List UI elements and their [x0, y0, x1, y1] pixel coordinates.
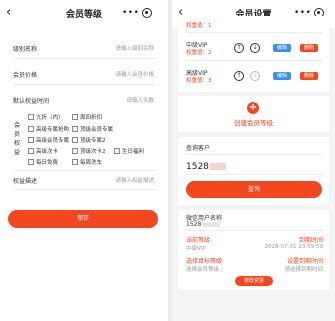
- benefit-checkbox[interactable]: 高级会员专属: [28, 136, 69, 144]
- divider: [13, 58, 156, 59]
- move-down-icon[interactable]: ↓: [250, 43, 260, 53]
- set-expire-label: 设置到期时间: [286, 258, 323, 265]
- divider: [186, 32, 323, 33]
- checkbox-icon: [28, 126, 34, 132]
- desc-label: 权益描述: [13, 178, 38, 185]
- delete-button[interactable]: 删除: [300, 44, 318, 52]
- checkbox-icon: [72, 137, 78, 143]
- divider: [13, 84, 156, 85]
- divider: [186, 154, 323, 155]
- query-card: 查询客户 1528 查询: [178, 137, 329, 205]
- benefit-checkbox[interactable]: 每周洗车: [72, 158, 102, 166]
- checkbox-icon: [72, 114, 78, 120]
- confirm-change-button[interactable]: 修改变更: [235, 276, 273, 286]
- checkbox-icon: [28, 148, 34, 154]
- query-result-card: 微信用户名称 1528 当前等级 到期时间 中级VIP 2028-07-31 2…: [178, 210, 329, 290]
- current-level-label: 当前等级: [186, 237, 211, 244]
- member-settings-screen: ‹ 会员设置 ••• 权重值：1 中级VIP 权重值：2 ↑ ↓ 编辑 删除 高…: [172, 0, 335, 321]
- tier-list: 权重值：1 中级VIP 权重值：2 ↑ ↓ 编辑 删除 高级VIP 权重值：3 …: [178, 16, 329, 92]
- nav-bar: ‹ 会员等级 •••: [0, 0, 168, 28]
- create-tier-label[interactable]: 创建会员等级: [178, 117, 329, 127]
- benefits-label: 会员权益: [13, 122, 20, 156]
- query-button[interactable]: 查询: [186, 181, 322, 198]
- move-up-icon[interactable]: ↑: [234, 43, 244, 53]
- benefit-checkbox[interactable]: 高级次卡: [28, 147, 58, 155]
- checkbox-icon: [72, 159, 78, 165]
- create-tier-card[interactable]: + 创建会员等级: [178, 96, 329, 132]
- query-title: 查询客户: [186, 145, 211, 152]
- move-up-icon[interactable]: ↑: [234, 71, 244, 81]
- benefit-checkbox[interactable]: 每日免费: [28, 158, 58, 166]
- price-input[interactable]: 请输入会员价格: [115, 70, 154, 78]
- delete-button[interactable]: 删除: [300, 72, 318, 80]
- price-label: 会员价格: [13, 72, 38, 79]
- benefit-checkbox[interactable]: 顶级次卡2: [72, 147, 106, 155]
- benefit-checkbox[interactable]: 顶级会员专属: [72, 125, 113, 133]
- edit-button[interactable]: 编辑: [273, 44, 291, 52]
- desc-input[interactable]: 请输入权益描述: [115, 176, 154, 184]
- set-expire-picker[interactable]: 请选择到期时间: [284, 265, 323, 273]
- move-down-icon: ↓: [250, 71, 260, 81]
- checkbox-icon: [28, 159, 34, 165]
- days-label: 默认权益时间: [13, 98, 50, 105]
- checkbox-icon: [72, 148, 78, 154]
- expire-label: 到期时间: [298, 237, 323, 244]
- divider: [13, 189, 156, 190]
- checkbox-icon: [114, 148, 120, 154]
- save-button[interactable]: 保存: [8, 210, 158, 228]
- checkbox-icon: [28, 137, 34, 143]
- query-input[interactable]: 1528: [186, 162, 226, 172]
- divider: [13, 170, 156, 171]
- current-level-value: 中级VIP: [186, 246, 206, 252]
- divider: [186, 60, 323, 61]
- benefit-checkbox[interactable]: 高级专属抢购: [28, 125, 69, 133]
- level-name-input[interactable]: 请输入级别名称: [115, 44, 154, 52]
- divider: [186, 174, 323, 175]
- benefit-checkbox[interactable]: 周四折扣: [72, 113, 102, 121]
- expire-value: 2028-07-31 23:59:59: [264, 244, 323, 250]
- tier-weight: 权重值：2: [186, 50, 212, 56]
- benefit-checkbox[interactable]: 顶级专属2: [72, 136, 106, 144]
- checkbox-icon: [28, 114, 34, 120]
- redacted-mask: [209, 163, 226, 170]
- edit-button[interactable]: 编辑: [273, 72, 291, 80]
- redacted-mask: [202, 222, 221, 227]
- level-name-label: 级别名称: [13, 46, 38, 53]
- close-miniprogram-icon[interactable]: [142, 8, 152, 18]
- days-input[interactable]: 请输入天数: [126, 96, 154, 104]
- add-icon[interactable]: +: [247, 102, 259, 114]
- level-edit-screen: ‹ 会员等级 ••• 级别名称 请输入级别名称 会员价格 请输入会员价格 默认权…: [0, 0, 168, 321]
- benefit-checkbox[interactable]: 生日福利: [114, 147, 144, 155]
- divider: [186, 230, 323, 231]
- checkbox-icon: [72, 126, 78, 132]
- more-icon[interactable]: •••: [122, 9, 139, 18]
- select-level-picker[interactable]: 选择会员等级: [186, 265, 219, 273]
- benefit-checkbox[interactable]: 九折（内）: [28, 113, 64, 121]
- tier-weight: 权重值：1: [186, 23, 212, 29]
- phone-value: 1528: [186, 221, 221, 228]
- tier-weight: 权重值：3: [186, 78, 212, 84]
- select-level-label: 选择目标等级: [186, 258, 223, 265]
